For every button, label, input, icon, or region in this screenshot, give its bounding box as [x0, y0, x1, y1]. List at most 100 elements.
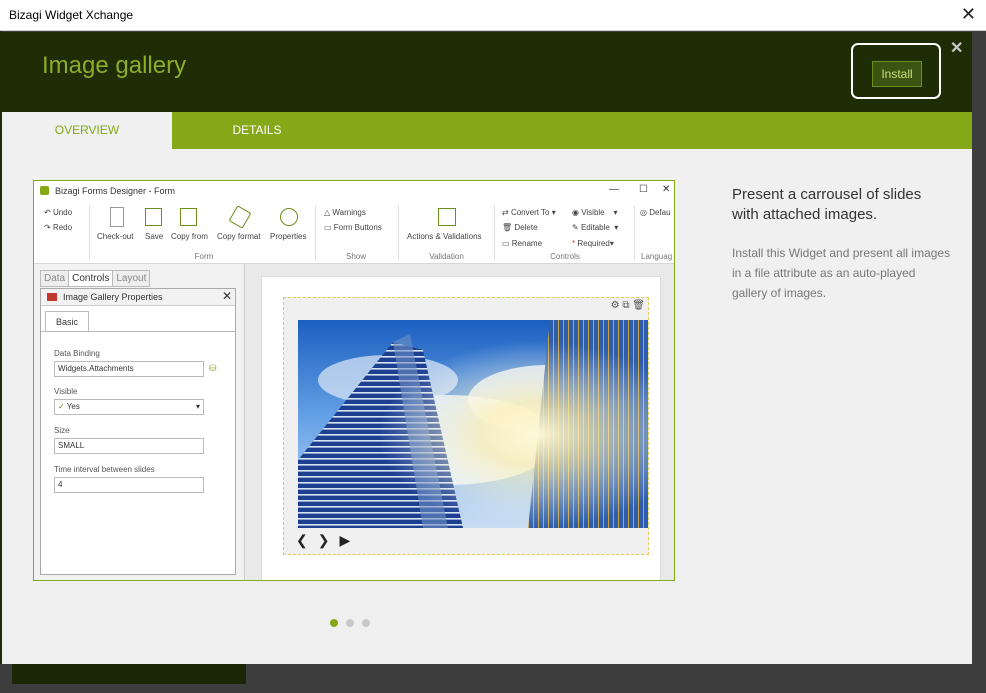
ribbon-required: * Required▾ [572, 239, 614, 248]
save-icon [145, 208, 162, 226]
minimize-icon: — [609, 184, 619, 195]
form-canvas: ⚙ ⧉ 🗑 ❮ ❯ ▶ [245, 264, 674, 580]
brush-icon [228, 205, 252, 229]
group-controls: Controls [550, 252, 580, 261]
dropdown-arrow-icon: ▾ [195, 402, 200, 411]
window-title: Bizagi Widget Xchange [9, 8, 134, 22]
visible-label-field: Visible [54, 387, 78, 396]
panel-tab-layout: Layout [112, 270, 151, 287]
interval-field: 4 [54, 477, 204, 493]
building-photo [298, 320, 648, 528]
rename-label: Rename [511, 239, 543, 248]
required-label: Required [577, 239, 610, 248]
panel-tab-controls: Controls [68, 270, 114, 287]
ribbon-form-buttons: ▭ Form Buttons [324, 223, 382, 232]
delete-label: Delete [514, 223, 538, 232]
convert-to-label: Convert To [510, 208, 550, 217]
properties-close-icon: ✕ [221, 289, 232, 303]
frame-right [972, 31, 986, 693]
undo-label: Undo [52, 208, 73, 217]
size-label: Size [54, 426, 70, 435]
overview-content: Bizagi Forms Designer - Form — ☐ ✕ ↶ Und… [2, 149, 972, 664]
chevron-left-icon: ❮ [296, 532, 308, 548]
chevron-right-icon: ❯ [317, 532, 330, 548]
carousel-dot[interactable] [330, 619, 338, 627]
description-headline: Present a carrousel of slides with attac… [732, 186, 922, 223]
widget-title: Image gallery [42, 52, 187, 79]
left-pane: Data Controls Layout Image Gallery Propert… [34, 264, 245, 580]
tab-divider [41, 331, 235, 332]
gallery-image [298, 320, 648, 528]
ribbon-convert-to: ⇄ Convert To ▾ [502, 208, 556, 217]
ribbon-visible: ◉ Visible ▾ [572, 208, 618, 217]
properties-panel: Image Gallery Properties ✕ Basic Data Bi… [40, 288, 236, 575]
image-gallery-widget: ⚙ ⧉ 🗑 ❮ ❯ ▶ [283, 297, 649, 555]
group-validation: Validation [429, 252, 464, 261]
ribbon-delete: 🗑 Delete [502, 223, 538, 232]
ribbon-save: Save [145, 232, 164, 241]
panel-tab-data: Data [40, 270, 70, 287]
designer-title: Bizagi Forms Designer - Form [55, 186, 176, 196]
ribbon-properties: Properties [270, 232, 307, 241]
undo-item: ↶ Undo [44, 208, 73, 217]
size-field: SMALL [54, 438, 204, 454]
play-icon: ▶ [339, 532, 351, 548]
tab-overview[interactable]: OVERVIEW [2, 112, 172, 149]
carousel-dot[interactable] [362, 619, 370, 627]
copy-from-icon [180, 208, 197, 226]
data-binding-field: Widgets.Attachments [54, 361, 204, 377]
ribbon-rename: ▭ Rename [502, 239, 543, 248]
basic-tab: Basic [45, 311, 89, 332]
widget-toolbar: ⚙ ⧉ 🗑 [610, 300, 645, 311]
checkout-icon [110, 207, 124, 227]
ribbon-default-language: ◎ Defau [640, 208, 671, 217]
ribbon-checkout: Check-out [97, 232, 134, 241]
form-buttons-label: Form Buttons [333, 223, 382, 232]
preview-screenshot: Bizagi Forms Designer - Form — ☐ ✕ ↶ Und… [33, 180, 675, 581]
gear-icon [280, 208, 298, 226]
visible-value: Yes [66, 402, 80, 411]
designer-ribbon: ↶ Undo ↷ Redo Check-out Save Copy from C… [34, 201, 674, 264]
gallery-controls: ❮ ❯ ▶ [296, 532, 360, 549]
close-icon: ✕ [662, 184, 671, 195]
properties-header: Image Gallery Properties ✕ [41, 289, 235, 306]
check-icon: ✓ [58, 402, 65, 411]
database-icon: ⛁ [209, 363, 217, 373]
ribbon-copy-from: Copy from [171, 232, 208, 241]
ribbon-separator [634, 205, 635, 261]
ribbon-separator [89, 205, 90, 261]
description-block: Present a carrousel of slides with attac… [732, 185, 952, 303]
ribbon-copy-format: Copy format [217, 232, 261, 241]
group-form: Form [194, 252, 214, 261]
carousel-dots [330, 614, 378, 632]
form-area: ⚙ ⧉ 🗑 ❮ ❯ ▶ [261, 276, 661, 580]
tab-bar: OVERVIEW DETAILS [2, 112, 972, 149]
visible-select: ✓ Yes ▾ [54, 399, 204, 415]
window-close-icon[interactable]: ✕ [961, 4, 976, 24]
ribbon-editable: ✎ Editable ▾ [572, 223, 619, 232]
dialog-close-icon[interactable]: ✕ [950, 38, 963, 58]
description-body: Install this Widget and present all imag… [732, 246, 951, 300]
redo-item: ↷ Redo [44, 223, 73, 232]
warnings-label: Warnings [332, 208, 366, 217]
frame-bottom [0, 664, 986, 693]
visible-label: Visible [581, 208, 605, 217]
carousel-dot[interactable] [346, 619, 354, 627]
maximize-icon: ☐ [639, 184, 648, 195]
window-title-bar: Bizagi Widget Xchange ✕ [0, 0, 986, 31]
designer-title-bar: Bizagi Forms Designer - Form — ☐ ✕ [34, 181, 674, 201]
properties-title: Image Gallery Properties [63, 292, 163, 302]
validation-icon [438, 208, 456, 226]
redo-label: Redo [52, 223, 73, 232]
install-button[interactable]: Install [872, 61, 922, 87]
tab-details[interactable]: DETAILS [172, 112, 342, 149]
ribbon-actions-validations: Actions & Validations [407, 232, 482, 241]
default-language-label: Defau [649, 208, 671, 217]
data-binding-label: Data Binding [54, 349, 100, 358]
widget-header: Image gallery Install ✕ [2, 32, 972, 112]
editable-label: Editable [580, 223, 610, 232]
interval-label: Time interval between slides [54, 465, 155, 474]
bizagi-logo-icon [40, 186, 49, 195]
group-show: Show [345, 252, 366, 261]
group-language: Languag [641, 252, 673, 261]
